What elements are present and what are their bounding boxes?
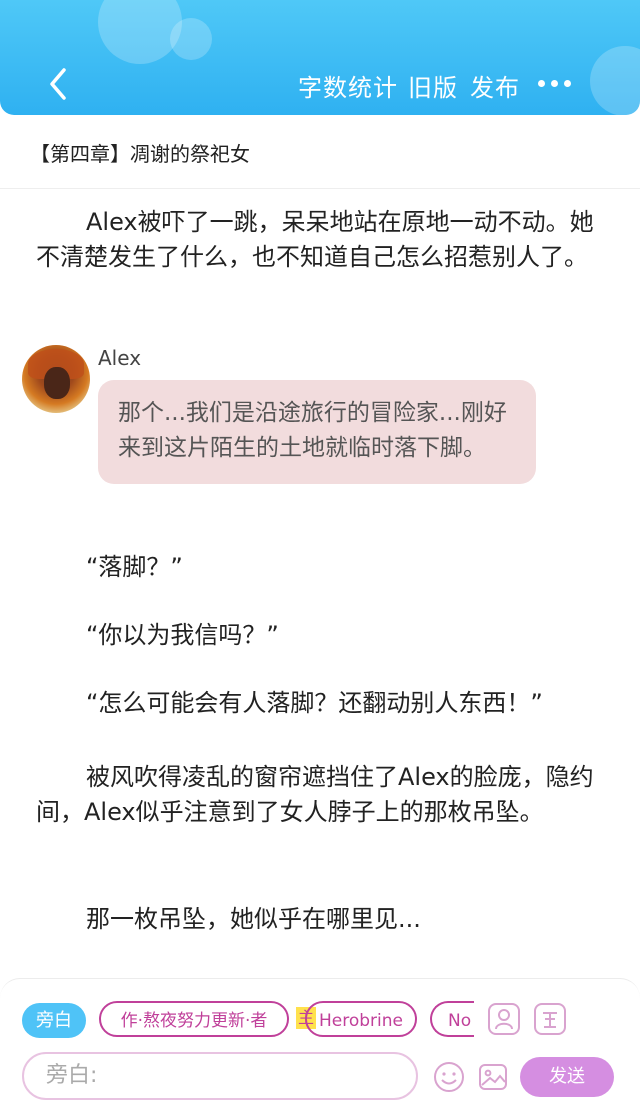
emoji-icon[interactable] xyxy=(432,1060,466,1094)
chevron-left-icon xyxy=(50,68,66,100)
chapter-title: 【第四章】凋谢的祭祀女 xyxy=(30,142,250,166)
speaker-name: Alex xyxy=(98,346,142,370)
old-version-button[interactable]: 旧版 xyxy=(408,68,458,103)
divider xyxy=(0,188,640,189)
decor-bubble xyxy=(98,0,182,64)
story-paragraph: “怎么可能会有人落脚？还翻动别人东西！” xyxy=(86,689,543,717)
person-icon[interactable] xyxy=(488,1003,520,1035)
image-icon[interactable] xyxy=(476,1060,510,1094)
story-paragraph: “落脚？” xyxy=(86,553,183,581)
label-icon[interactable] xyxy=(534,1003,566,1035)
publish-button[interactable]: 发布 xyxy=(470,68,520,103)
role-chip-partial[interactable]: No xyxy=(430,1001,474,1037)
message-input[interactable]: 旁白: xyxy=(22,1052,418,1100)
story-paragraph: 那一枚吊坠，她似乎在哪里见... xyxy=(86,905,421,933)
more-options-icon[interactable] xyxy=(538,80,574,88)
story-paragraph: Alex被吓了一跳，呆呆地站在原地一动不动。她不清楚发生了什么，也不知道自己怎么… xyxy=(36,208,594,271)
top-header: 字数统计 旧版 发布 xyxy=(0,0,640,115)
avatar[interactable] xyxy=(22,345,90,413)
story-paragraph: “你以为我信吗？” xyxy=(86,621,279,649)
role-chip-author[interactable]: 作·熬夜努力更新·者 xyxy=(99,1001,289,1037)
dialogue-bubble: 那个...我们是沿途旅行的冒险家...刚好来到这片陌生的土地就临时落下脚。 xyxy=(98,380,536,484)
narration-chip[interactable]: 旁白 xyxy=(22,1003,86,1038)
back-button[interactable] xyxy=(40,62,80,106)
word-count-button[interactable]: 字数统计 xyxy=(298,68,398,103)
decor-bubble xyxy=(170,18,212,60)
role-chip-herobrine[interactable]: Herobrine xyxy=(305,1001,417,1037)
decor-bubble xyxy=(590,46,640,115)
send-button[interactable]: 发送 xyxy=(520,1057,614,1097)
story-paragraph: 被风吹得凌乱的窗帘遮挡住了Alex的脸庞，隐约间，Alex似乎注意到了女人脖子上… xyxy=(36,763,594,826)
